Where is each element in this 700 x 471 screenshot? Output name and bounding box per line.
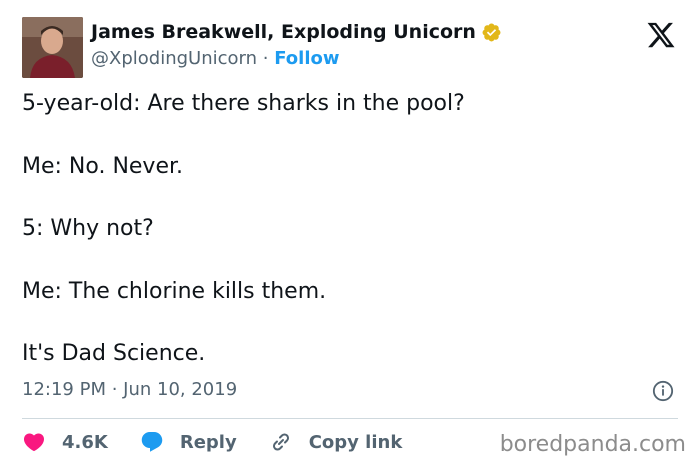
tweet-line: Me: No. Never.: [22, 153, 184, 179]
author-handle[interactable]: @XplodingUnicorn: [91, 48, 257, 69]
author-handle-row: @XplodingUnicorn · Follow: [91, 48, 340, 69]
avatar[interactable]: [22, 17, 83, 78]
reply-icon: [141, 432, 163, 452]
tweet-line: 5-year-old: Are there sharks in the pool…: [22, 91, 465, 116]
info-icon[interactable]: [652, 380, 674, 402]
tweet-line: Me: The chlorine kills them.: [22, 278, 327, 304]
copy-link-label: Copy link: [308, 431, 403, 453]
heart-icon: [23, 433, 45, 452]
avatar-image: [22, 17, 83, 78]
follow-button[interactable]: Follow: [274, 48, 339, 69]
verified-badge-icon: [481, 22, 502, 43]
author-name[interactable]: James Breakwell, Exploding Unicorn: [91, 21, 476, 43]
like-count: 4.6K: [62, 431, 108, 453]
divider: [22, 418, 678, 419]
watermark: boredpanda.com: [499, 432, 686, 457]
copy-link-button[interactable]: Copy link: [269, 430, 403, 454]
author-name-row: James Breakwell, Exploding Unicorn: [91, 21, 502, 43]
tweet-timestamp[interactable]: 12:19 PM · Jun 10, 2019: [22, 379, 237, 400]
reply-button[interactable]: Reply: [140, 430, 237, 454]
tweet-text: 5-year-old: Are there sharks in the pool…: [22, 90, 672, 403]
action-bar: 4.6K Reply Copy link: [22, 430, 434, 454]
tweet-line: It's Dad Science.: [22, 341, 206, 367]
reply-label: Reply: [179, 431, 237, 453]
like-button[interactable]: 4.6K: [22, 430, 108, 454]
x-logo-icon[interactable]: [646, 20, 676, 50]
link-icon: [272, 433, 289, 451]
separator: ·: [262, 48, 269, 69]
tweet-line: 5: Why not?: [22, 216, 154, 242]
